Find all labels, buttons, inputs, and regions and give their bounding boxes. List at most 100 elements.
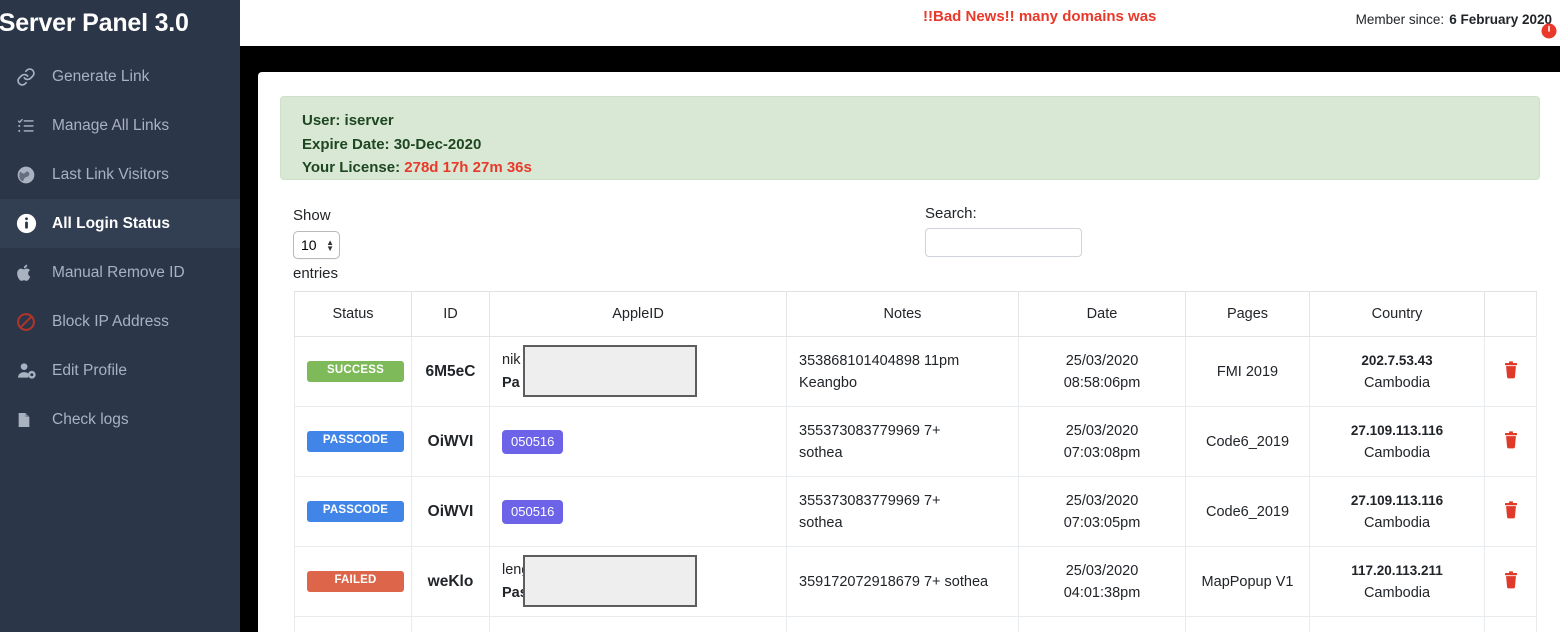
cell-actions	[1485, 407, 1537, 477]
sidebar-item-check-logs[interactable]: Check logs	[0, 395, 240, 444]
cell-country: 27.109.113.116Cambodia	[1310, 477, 1485, 547]
sidebar-item-manage-all-links[interactable]: Manage All Links	[0, 101, 240, 150]
table-header-row: StatusIDAppleIDNotesDatePagesCountry	[295, 292, 1537, 337]
sidebar-item-generate-link[interactable]: Generate Link	[0, 52, 240, 101]
notes-line1: 355373083779969 7+	[799, 420, 1006, 442]
cell-notes: 355373083779969 7+sothea	[787, 477, 1019, 547]
status-badge: PASSCODE	[307, 431, 404, 452]
app-brand-title: iServer Panel 3.0	[0, 0, 240, 46]
license-user-label: User:	[302, 112, 340, 129]
cell-id	[412, 617, 490, 632]
time-value: 07:03:05pm	[1031, 512, 1173, 534]
member-since: Member since: 6 February 2020	[1356, 12, 1552, 27]
trash-icon[interactable]	[1503, 507, 1519, 523]
table-column-header-country[interactable]: Country	[1310, 292, 1485, 337]
top-header: !!Bad News!! many domains was Member sin…	[240, 0, 1560, 46]
list-check-icon	[16, 114, 42, 138]
cell-appleid: 050516	[490, 407, 787, 477]
sidebar-item-manual-remove-id[interactable]: Manual Remove ID	[0, 248, 240, 297]
sidebar-item-label: Generate Link	[52, 69, 149, 85]
table-column-header-status[interactable]: Status	[295, 292, 412, 337]
status-badge: SUCCESS	[307, 361, 404, 382]
license-expire-line: Expire Date: 30-Dec-2020	[302, 133, 1539, 157]
table-column-header-pages[interactable]: Pages	[1186, 292, 1310, 337]
cell-id: OiWVI	[412, 407, 490, 477]
license-expire-value: 30-Dec-2020	[394, 136, 482, 153]
cell-status: PASSCODE	[295, 477, 412, 547]
license-info-box: User: iserver Expire Date: 30-Dec-2020 Y…	[280, 96, 1540, 180]
globe-icon	[16, 163, 42, 187]
cell-pages: Code6_2019	[1186, 407, 1310, 477]
marquee-alert-text: !!Bad News!! many domains was	[923, 8, 1156, 25]
search-input[interactable]	[925, 228, 1082, 257]
show-entries-group: Show 10 ▲▼ entries	[293, 205, 340, 285]
time-value: 08:58:06pm	[1031, 372, 1173, 394]
apple-icon	[16, 261, 42, 285]
cell-id: weKlo	[412, 547, 490, 617]
table-column-header-actions[interactable]	[1485, 292, 1537, 337]
notes-line1: 355373083779969 7+	[799, 490, 1006, 512]
time-value: 04:01:38pm	[1031, 582, 1173, 604]
date-value: 25/03/2020	[1031, 490, 1173, 512]
table-column-header-date[interactable]: Date	[1019, 292, 1186, 337]
user-gear-icon	[16, 359, 42, 383]
info-circle-icon	[16, 212, 42, 236]
page-size-select[interactable]: 10 ▲▼	[293, 231, 340, 259]
country-name: Cambodia	[1322, 512, 1472, 534]
country-name: Cambodia	[1322, 442, 1472, 464]
sidebar-item-label: Manual Remove ID	[52, 265, 185, 281]
cell-status: SUCCESS	[295, 337, 412, 407]
cell-pages: Code6_2019	[1186, 477, 1310, 547]
license-expire-label: Expire Date:	[302, 136, 390, 153]
time-value: 07:03:08pm	[1031, 442, 1173, 464]
cell-actions	[1485, 547, 1537, 617]
status-badge: FAILED	[307, 571, 404, 592]
sidebar-item-label: Edit Profile	[52, 363, 127, 379]
status-badge: PASSCODE	[307, 501, 404, 522]
table-column-header-notes[interactable]: Notes	[787, 292, 1019, 337]
search-group: Search:	[925, 205, 1082, 257]
content-card: User: iserver Expire Date: 30-Dec-2020 Y…	[258, 72, 1560, 632]
license-user-value: iserver	[345, 112, 394, 129]
login-status-table-wrapper: StatusIDAppleIDNotesDatePagesCountry SUC…	[294, 291, 1536, 632]
sidebar-item-label: Check logs	[52, 412, 129, 428]
license-remaining-value: 278d 17h 27m 36s	[404, 159, 532, 176]
cell-appleid: lengPas	[490, 547, 787, 617]
power-off-icon[interactable]	[1540, 22, 1558, 40]
license-user-line: User: iserver	[302, 109, 1539, 133]
sidebar-item-block-ip-address[interactable]: Block IP Address	[0, 297, 240, 346]
trash-icon[interactable]	[1503, 367, 1519, 383]
ban-icon	[16, 310, 42, 334]
cell-notes	[787, 617, 1019, 632]
sidebar-item-last-link-visitors[interactable]: Last Link Visitors	[0, 150, 240, 199]
login-status-table: StatusIDAppleIDNotesDatePagesCountry SUC…	[294, 291, 1537, 632]
cell-notes: 355373083779969 7+sothea	[787, 407, 1019, 477]
cell-appleid	[490, 617, 787, 632]
table-row: FAILEDweKlolengPas359172072918679 7+ sot…	[295, 547, 1537, 617]
ip-address: 117.20.113.211	[1322, 560, 1472, 582]
cell-date: 25/03/202007:03:05pm	[1019, 477, 1186, 547]
cell-date	[1019, 617, 1186, 632]
country-name: Cambodia	[1322, 582, 1472, 604]
cell-status: PASSCODE	[295, 407, 412, 477]
table-column-header-appleid[interactable]: AppleID	[490, 292, 787, 337]
cell-status: PASSCODE	[295, 617, 412, 632]
cell-date: 25/03/202007:03:08pm	[1019, 407, 1186, 477]
trash-icon[interactable]	[1503, 577, 1519, 593]
cell-id: 6M5eC	[412, 337, 490, 407]
license-remaining-label: Your License:	[302, 159, 400, 176]
notes-line1: 353868101404898 11pm	[799, 350, 1006, 372]
member-since-label: Member since:	[1356, 12, 1445, 27]
table-row: SUCCESS6M5eCnikPa353868101404898 11pmKea…	[295, 337, 1537, 407]
app-root: iServer Panel 3.0 Generate Link Manage Al…	[0, 0, 1560, 632]
table-column-header-id[interactable]: ID	[412, 292, 490, 337]
cell-country: 117.20.113.211Cambodia	[1310, 547, 1485, 617]
sidebar-item-all-login-status[interactable]: All Login Status	[0, 199, 240, 248]
sidebar-item-edit-profile[interactable]: Edit Profile	[0, 346, 240, 395]
table-row: PASSCODEOiWVI050516355373083779969 7+sot…	[295, 477, 1537, 547]
trash-icon[interactable]	[1503, 437, 1519, 453]
search-label: Search:	[925, 205, 1082, 222]
member-since-date: 6 February 2020	[1449, 12, 1552, 27]
page-size-value: 10	[301, 234, 317, 256]
cell-pages: FMI 2019	[1186, 337, 1310, 407]
